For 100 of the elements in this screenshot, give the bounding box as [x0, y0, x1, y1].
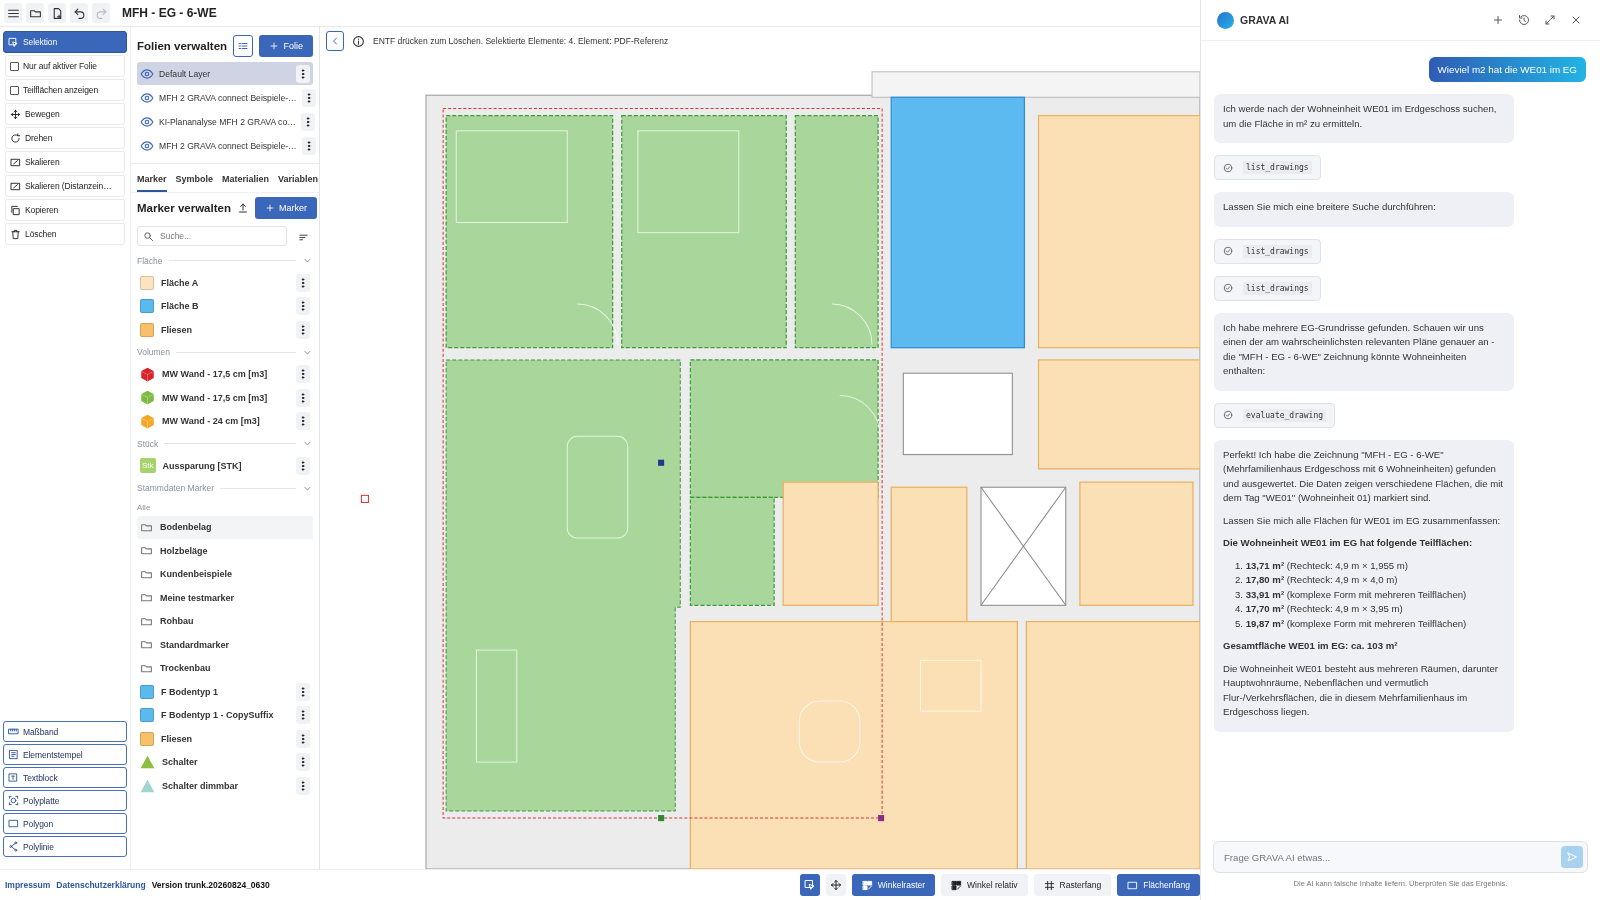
drawing-tool-button[interactable]: Polyplatte: [3, 790, 127, 811]
close-icon: [1570, 14, 1582, 26]
tab[interactable]: Variablen: [278, 172, 319, 192]
more-button[interactable]: [296, 412, 310, 431]
list-item: 2. 17,80 m² (Rechteck: 4,9 m × 4,0 m): [1235, 573, 1399, 587]
more-button[interactable]: [301, 136, 316, 155]
more-button[interactable]: [296, 456, 310, 475]
send-icon: [1566, 851, 1578, 863]
search-field[interactable]: Suche...: [137, 226, 287, 246]
marker-item[interactable]: Fläche A: [137, 271, 313, 295]
layer-item[interactable]: KI-Plananalyse MFH 2 GRAVA co…: [137, 110, 313, 133]
tool-button[interactable]: Löschen: [5, 223, 125, 245]
panel-title: Marker verwalten: [137, 202, 231, 214]
layer-list-button[interactable]: [233, 35, 254, 57]
snap-button[interactable]: Rasterfang: [1033, 874, 1112, 896]
more-button[interactable]: [296, 365, 310, 384]
folder-item[interactable]: Bodenbelag: [137, 515, 313, 539]
more-button[interactable]: [300, 112, 315, 131]
collapse-button[interactable]: [326, 31, 344, 51]
open-button[interactable]: [26, 3, 44, 23]
marker-item[interactable]: Fläche B: [137, 294, 313, 318]
more-button[interactable]: [296, 297, 310, 316]
snap-button[interactable]: Winkelraster: [851, 874, 936, 896]
rectangle-icon: [8, 818, 19, 829]
add-layer-button[interactable]: Folie: [259, 35, 313, 57]
marker-item[interactable]: F Bodentyp 1: [137, 680, 313, 704]
plus-icon: [264, 203, 275, 213]
more-button[interactable]: [296, 64, 310, 83]
checkbox-option[interactable]: Teilflächen anzeigen: [5, 79, 125, 101]
eye-icon: [140, 138, 154, 153]
tool-button[interactable]: Bewegen: [5, 103, 125, 125]
drawing-tool-button[interactable]: Polylinie: [3, 836, 127, 857]
layer-item[interactable]: Default Layer: [137, 62, 313, 85]
marker-item[interactable]: MW Wand - 17,5 cm [m3]: [137, 362, 313, 386]
tab[interactable]: Marker: [137, 172, 167, 192]
tool-button[interactable]: Drehen: [5, 127, 125, 149]
footer-link[interactable]: Impressum: [5, 880, 51, 890]
more-button[interactable]: [296, 320, 310, 339]
marker-item[interactable]: F Bodentyp 1 - CopySuffix: [137, 703, 313, 727]
marker-item[interactable]: Schalter dimmbar: [137, 774, 313, 798]
folder-item[interactable]: Meine testmarker: [137, 586, 313, 610]
expand-icon: [1544, 14, 1556, 26]
tab[interactable]: Materialien: [222, 172, 270, 192]
snap-button[interactable]: Winkel relativ: [941, 874, 1028, 896]
more-button[interactable]: [296, 729, 310, 748]
tab[interactable]: Symbole: [175, 172, 214, 192]
drawing-tool-button[interactable]: Maßband: [3, 721, 127, 742]
snap-toggle-button[interactable]: [799, 874, 820, 896]
layer-item[interactable]: MFH 2 GRAVA connect Beispiele-…: [137, 86, 313, 109]
marker-item[interactable]: Stk Aussparung [STK]: [137, 454, 313, 478]
list-item: 1. 13,71 m² (Rechteck: 4,9 m × 1,955 m): [1235, 558, 1410, 573]
check-circle-icon: [1223, 283, 1233, 293]
snap-button[interactable]: Flächenfang: [1117, 874, 1200, 896]
marker-item[interactable]: Fliesen: [137, 318, 313, 342]
marker-item[interactable]: Fliesen: [137, 727, 313, 751]
message-heading: Die Wohneinheit WE01 im EG hat folgende Teilflächen:: [1223, 536, 1474, 550]
tool-button[interactable]: Kopieren: [5, 199, 125, 221]
folder-item[interactable]: Holzbeläge: [137, 539, 313, 563]
more-button[interactable]: [296, 388, 310, 407]
menu-button[interactable]: [4, 3, 22, 23]
more-button[interactable]: [296, 706, 310, 725]
layer-item[interactable]: MFH 2 GRAVA connect Beispiele-…: [137, 134, 313, 157]
assistant-logo: [1217, 11, 1234, 29]
more-button[interactable]: [301, 88, 316, 107]
drawing-tool-button[interactable]: Polygon: [3, 813, 127, 834]
group-title: Fläche: [137, 255, 163, 266]
list-item: 5. 19,87 m² (komplexe Form mit mehreren Teilflächen): [1235, 616, 1468, 631]
selection-icon: [8, 36, 19, 48]
tool-call-chip: evaluate_drawing: [1214, 402, 1336, 428]
chat-input-field[interactable]: Frage GRAVA AI etwas...: [1213, 841, 1588, 873]
footer-link[interactable]: Datenschutzerklärung: [56, 880, 146, 890]
new-file-button[interactable]: [48, 3, 66, 23]
group-title: Stück: [137, 438, 159, 449]
tool-call-chip: list_drawings: [1214, 155, 1321, 180]
eye-icon: [140, 114, 154, 129]
folder-item[interactable]: Kundenbeispiele: [137, 562, 313, 586]
tool-button[interactable]: Skalieren (Distanzein…: [5, 175, 125, 197]
marker-item[interactable]: MW Wand - 24 cm [m3]: [137, 409, 313, 433]
folder-item[interactable]: Standardmarker: [137, 633, 313, 657]
folder-item[interactable]: Trockenbau: [137, 656, 313, 680]
more-button[interactable]: [296, 273, 310, 292]
message-paragraph: Ich habe mehrere EG-Grundrisse gefunden. Schauen wir uns einen der am wahrscheinlichsten relevanten Pläne genauer an - die "MFH - EG - 6-WE" Zeichnung könnte Wohneinheiten enthalten:: [1223, 320, 1496, 378]
tool-button[interactable]: Selektion: [3, 31, 127, 53]
folder-item[interactable]: Rohbau: [137, 609, 313, 633]
chat-title: GRAVA AI: [1240, 14, 1290, 26]
info-icon: [352, 34, 365, 48]
marker-item[interactable]: Schalter: [137, 750, 313, 774]
checkbox-option[interactable]: Nur auf aktiver Folie: [5, 55, 125, 77]
drawing-tool-button[interactable]: Textblock: [3, 767, 127, 788]
marker-item[interactable]: MW Wand - 17,5 cm [m3]: [137, 386, 313, 410]
more-button[interactable]: [296, 753, 310, 772]
snap-toggle-button[interactable]: [825, 874, 846, 896]
more-button[interactable]: [296, 682, 310, 701]
undo-button[interactable]: [70, 3, 88, 23]
more-button[interactable]: [296, 776, 310, 795]
tool-button[interactable]: Skalieren: [5, 151, 125, 173]
drawing-tool-button[interactable]: Elementstempel: [3, 744, 127, 765]
check-circle-icon: [1223, 246, 1233, 256]
add-marker-button[interactable]: Marker: [254, 197, 317, 219]
group-title: Stammdaten Marker: [137, 483, 214, 493]
